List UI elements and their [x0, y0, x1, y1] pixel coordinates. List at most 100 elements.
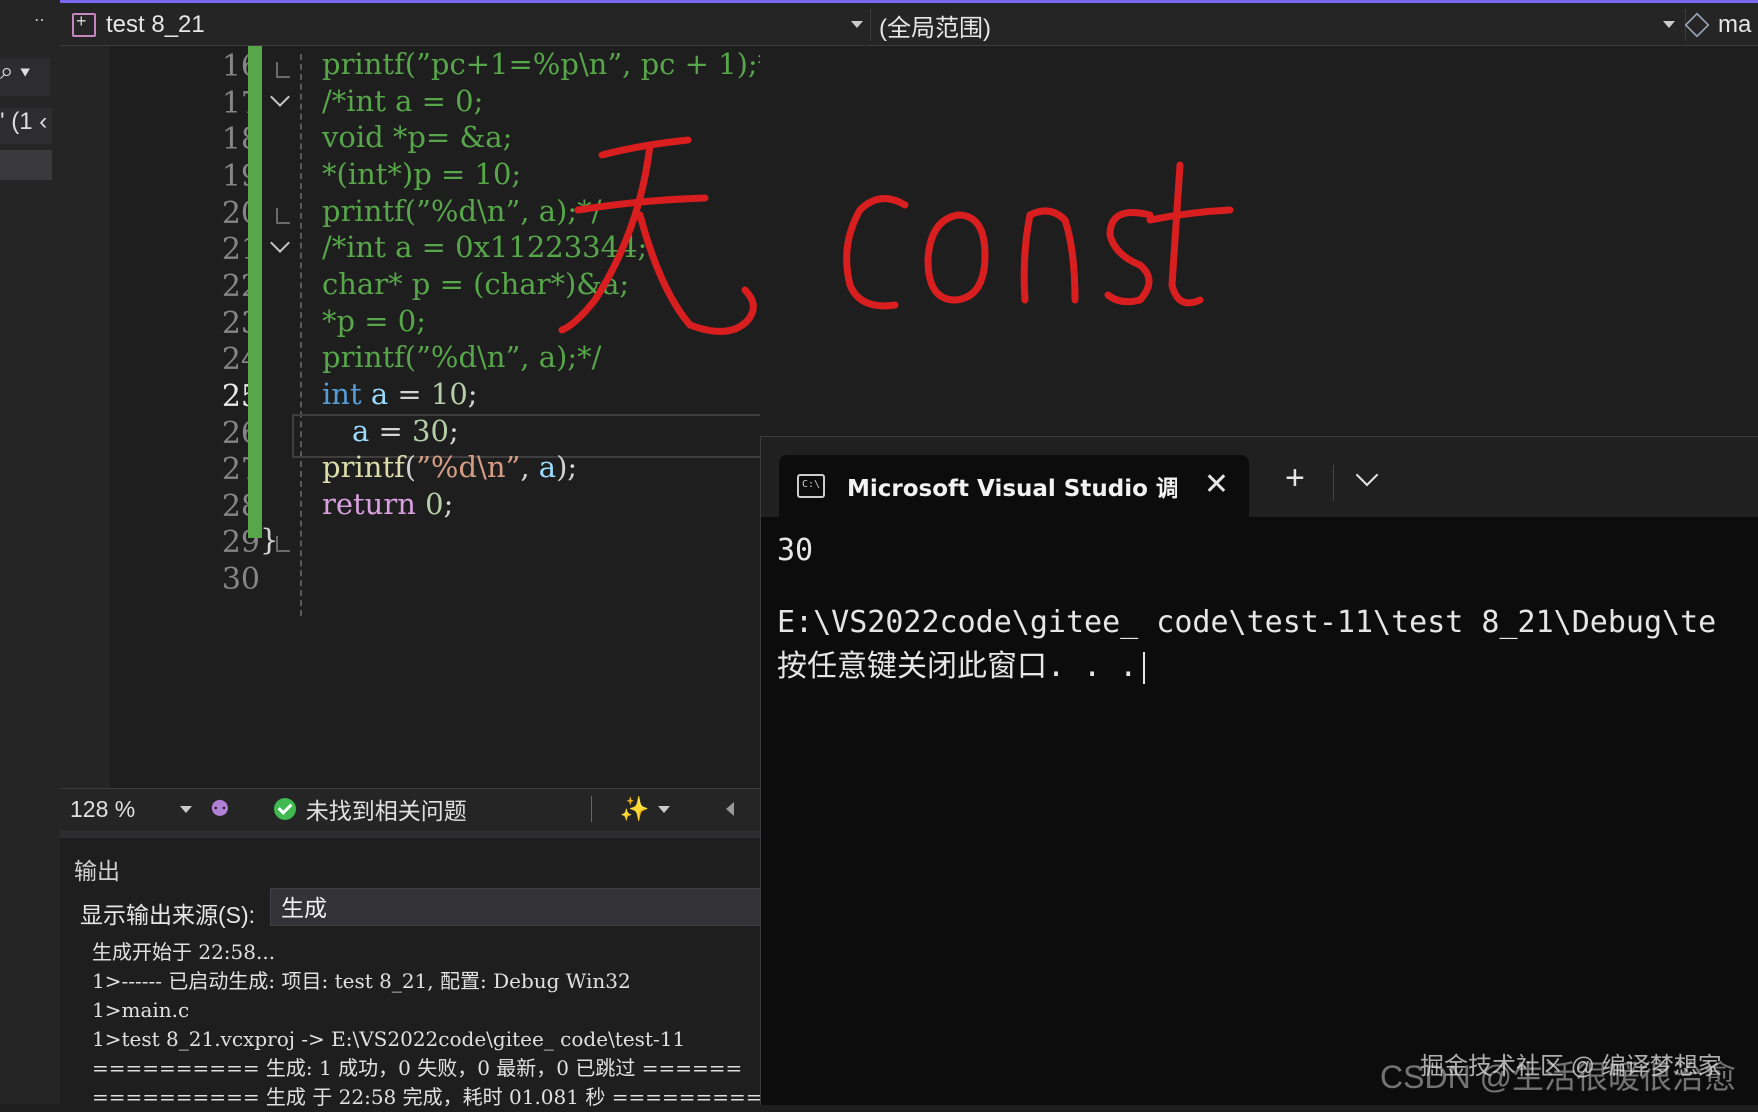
console-icon: C:\: [797, 474, 825, 498]
intellicode-icon[interactable]: ⚉: [210, 796, 230, 822]
line-number-current: 25: [221, 379, 260, 414]
line-number: 24: [221, 342, 260, 377]
line-number: 29: [221, 525, 260, 560]
issues-status[interactable]: 未找到相关问题: [306, 792, 467, 826]
code-line-27: printf(”%d\n”, a);: [322, 447, 577, 488]
operator-token: =: [369, 414, 413, 448]
check-circle-icon: [273, 798, 296, 820]
terminal-tab-title: Microsoft Visual Studio 调试控: [847, 476, 1177, 502]
scroll-left-icon[interactable]: [725, 802, 734, 816]
close-icon[interactable]: ✕: [1204, 467, 1229, 502]
identifier-token: a: [352, 414, 370, 448]
identifier-token: a: [538, 450, 557, 484]
terminal-tab-bar: C:\ Microsoft Visual Studio 调试控 ✕ +: [761, 437, 1758, 517]
code-line-17: /*int a = 0;: [322, 84, 484, 118]
punctuation-token: ;: [467, 377, 478, 411]
line-number: 17: [221, 86, 260, 121]
scope-dropdown[interactable]: (全局范围): [870, 9, 1689, 42]
identifier-token: a: [370, 377, 389, 411]
line-number: 19: [221, 159, 260, 194]
number-token: 0: [415, 487, 444, 521]
chevron-down-icon[interactable]: [851, 21, 863, 28]
output-line: ========== 生成 于 22:58 完成，耗时 01.081 秒 ===…: [92, 1085, 780, 1109]
line-number: 26: [221, 416, 260, 451]
line-number: 18: [221, 122, 260, 157]
indent-guide: [300, 54, 302, 616]
punctuation-token: (: [404, 450, 417, 484]
string-token: ”%d\n”: [416, 450, 521, 484]
program-output: 30: [777, 533, 814, 568]
scope-dropdown-label: (全局范围): [879, 14, 991, 42]
tab-separator: [1333, 465, 1334, 501]
glyph-margin: [60, 46, 110, 788]
left-strip-block: [0, 150, 52, 180]
terminal-tab[interactable]: C:\ Microsoft Visual Studio 调试控 ✕: [779, 455, 1249, 517]
line-number: 20: [221, 196, 260, 231]
line-number: 27: [221, 452, 260, 487]
zoom-level: 128 %: [70, 795, 136, 822]
fold-chevron-icon[interactable]: [269, 236, 289, 256]
chevron-down-icon[interactable]: [180, 805, 192, 813]
code-line-29: }: [260, 523, 279, 557]
code-line-20: printf(”%d\n”, a);*/: [322, 194, 602, 228]
line-number: 16: [221, 49, 260, 84]
output-line: ========== 生成: 1 成功，0 失败，0 最新，0 已跳过 ====…: [92, 1056, 743, 1080]
output-line: 1>test 8_21.vcxproj -> E:\VS2022code\git…: [92, 1027, 686, 1051]
output-source-label: 显示输出来源(S):: [80, 902, 256, 928]
keyword-token: return: [322, 487, 416, 521]
press-key-text: 按任意键关闭此窗口. . .: [777, 649, 1138, 684]
fold-end-marker: [276, 62, 290, 78]
new-tab-icon[interactable]: +: [1285, 459, 1305, 498]
chevron-down-icon[interactable]: [1355, 463, 1379, 487]
punctuation-token: );: [556, 450, 578, 484]
file-dropdown-label: test 8_21: [106, 11, 205, 38]
line-number: 22: [221, 269, 260, 304]
project-file-icon: [72, 11, 96, 37]
line-number: 28: [221, 489, 260, 524]
file-dropdown[interactable]: test 8_21: [72, 9, 877, 41]
chevron-down-icon[interactable]: [1663, 21, 1675, 28]
punctuation-token: ;: [443, 487, 454, 521]
code-line-28: return 0;: [322, 484, 453, 525]
code-line-23: *p = 0;: [322, 304, 427, 338]
output-panel-title: 输出: [74, 858, 120, 884]
member-dropdown[interactable]: ma: [1684, 9, 1758, 41]
press-key-prompt: 按任意键关闭此窗口. . .: [777, 641, 1146, 685]
operator-token: =: [388, 377, 431, 411]
code-editor[interactable]: 16 17 18 19 20 21 22 23 24 25 26 27 28 2…: [60, 46, 760, 788]
function-token: printf: [322, 450, 405, 484]
code-line-16: printf(”pc+1=%p\n”, pc + 1);*/: [322, 47, 760, 81]
output-source-select[interactable]: 生成: [270, 888, 770, 926]
status-divider: [590, 796, 592, 822]
overflow-icon[interactable]: ‥: [34, 6, 45, 26]
editor-status-bar: 128 % ⚉ 未找到相关问题 ✨: [60, 788, 760, 829]
code-cleanup-icon[interactable]: ✨: [620, 795, 650, 824]
punctuation-token: ,: [520, 450, 539, 484]
number-token: 10: [430, 377, 468, 411]
chevron-down-icon[interactable]: [657, 805, 670, 813]
output-line: 生成开始于 22:58...: [92, 940, 276, 964]
member-dropdown-label: ma: [1718, 11, 1752, 38]
change-tracking-bar: [248, 46, 262, 538]
code-line-18: void *p= &a;: [322, 120, 513, 154]
left-fragment-text: ' (1 ‹: [0, 108, 52, 144]
navigation-bar: test 8_21 (全局范围) ma: [60, 3, 1758, 46]
code-line-24: printf(”%d\n”, a);*/: [322, 340, 602, 374]
code-line-26: a = 30;: [352, 411, 459, 452]
search-dropdown-icon[interactable]: ⌕ ▾: [0, 58, 50, 96]
fold-end-marker: [276, 208, 290, 224]
code-line-19: *(int*)p = 10;: [322, 157, 522, 191]
watermark-juejin: 掘金技术社区 @ 编译梦想家: [1420, 1053, 1722, 1080]
punctuation-token: ;: [448, 414, 459, 448]
line-number: 21: [221, 232, 260, 267]
debug-console-window[interactable]: C:\ Microsoft Visual Studio 调试控 ✕ + 30 E…: [760, 436, 1758, 1105]
output-line: 1>------ 已启动生成: 项目: test 8_21, 配置: Debug…: [92, 969, 631, 993]
fold-chevron-icon[interactable]: [269, 90, 289, 110]
exit-path-line: E:\VS2022code\gitee_ code\test-11\test 8…: [777, 605, 1717, 640]
line-number: 30: [221, 562, 260, 597]
zoom-dropdown[interactable]: 128 %: [70, 796, 180, 823]
text-cursor: [1143, 651, 1146, 684]
line-number: 23: [221, 306, 260, 341]
keyword-token: int: [322, 377, 362, 411]
left-tool-strip: ‥ ⌕ ▾ ' (1 ‹: [0, 0, 61, 1104]
